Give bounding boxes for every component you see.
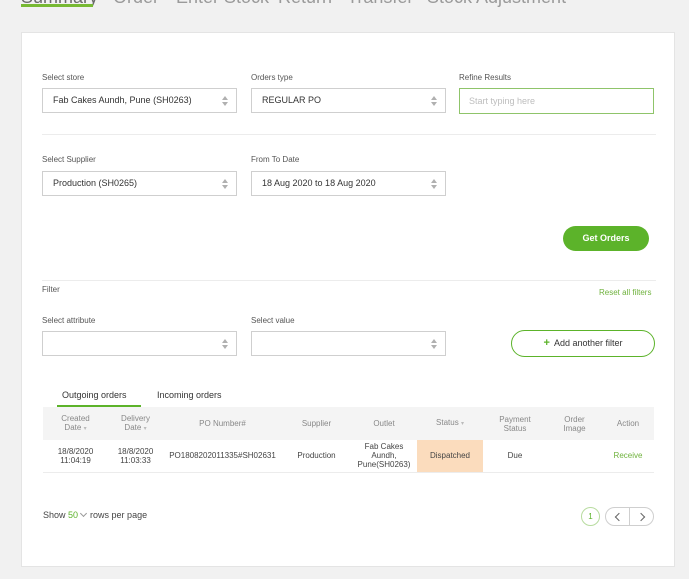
- reset-filters-link[interactable]: Reset all filters: [599, 288, 651, 297]
- top-tabs: Summary Order Enter Stock Return Transfe…: [0, 0, 689, 7]
- divider: [42, 280, 656, 281]
- cell-status: Dispatched: [417, 440, 483, 473]
- orders-table: Created Date ▾ Delivery Date ▾ PO Number# …: [43, 407, 654, 473]
- date-range-select[interactable]: 18 Aug 2020 to 18 Aug 2020: [251, 171, 446, 196]
- pager-controls: [605, 507, 654, 526]
- rows-per-page: Show 50 rows per page: [43, 509, 148, 520]
- col-supplier: Supplier: [282, 407, 351, 440]
- sort-icon: ▾: [83, 425, 87, 432]
- date-range-value: 18 Aug 2020 to 18 Aug 2020: [262, 178, 376, 188]
- supplier-label: Select Supplier: [42, 155, 96, 164]
- store-label: Select store: [42, 73, 85, 82]
- refine-results-input[interactable]: [459, 88, 654, 114]
- orders-card: Select store Fab Cakes Aundh, Pune (SH02…: [21, 32, 675, 567]
- current-page[interactable]: 1: [581, 507, 600, 526]
- chevron-left-icon: [614, 512, 623, 521]
- receive-link[interactable]: Receive: [614, 451, 643, 460]
- tab-transfer[interactable]: Transfer: [347, 0, 413, 8]
- chevron-down-icon[interactable]: [80, 509, 88, 518]
- tab-enter-stock[interactable]: Enter Stock: [176, 0, 269, 8]
- add-filter-label: Add another filter: [553, 338, 623, 348]
- cell-supplier: Production: [282, 440, 351, 473]
- col-status[interactable]: Status ▾: [417, 407, 483, 440]
- refine-results-label: Refine Results: [459, 73, 512, 82]
- tab-return[interactable]: Return: [278, 0, 332, 8]
- orders-type-select[interactable]: REGULAR PO: [251, 88, 446, 113]
- col-created-date[interactable]: Created Date ▾: [43, 407, 108, 440]
- value-label: Select value: [251, 316, 295, 325]
- tab-stock-adjustment[interactable]: Stock Adjustment: [427, 0, 566, 8]
- table-header-row: Created Date ▾ Delivery Date ▾ PO Number# …: [43, 407, 654, 440]
- filter-title: Filter: [42, 285, 60, 294]
- tab-incoming-orders[interactable]: Incoming orders: [157, 390, 222, 400]
- cell-payment-status: Due: [483, 440, 547, 473]
- orders-type-value: REGULAR PO: [262, 95, 322, 105]
- store-value: Fab Cakes Aundh, Pune (SH0263): [53, 95, 192, 105]
- cell-order-image: [547, 440, 602, 473]
- select-arrows-icon: [431, 95, 437, 107]
- cell-po-number[interactable]: PO1808202011335#SH02631: [163, 440, 282, 473]
- sort-icon: ▾: [143, 425, 147, 432]
- select-arrows-icon: [222, 178, 228, 190]
- col-outlet: Outlet: [351, 407, 417, 440]
- divider: [42, 134, 656, 135]
- attribute-label: Select attribute: [42, 316, 96, 325]
- cell-delivery-date: 18/8/2020 11:03:33: [108, 440, 163, 473]
- col-order-image: Order Image: [547, 407, 602, 440]
- chevron-right-icon: [636, 512, 645, 521]
- cell-outlet: Fab Cakes Aundh, Pune(SH0263): [351, 440, 417, 473]
- store-select[interactable]: Fab Cakes Aundh, Pune (SH0263): [42, 88, 237, 113]
- rows-per-page-label: rows per page: [90, 510, 148, 520]
- date-range-label: From To Date: [251, 155, 300, 164]
- next-page-button[interactable]: [629, 508, 653, 525]
- tab-order[interactable]: Order: [113, 0, 159, 8]
- value-select[interactable]: [251, 331, 446, 356]
- show-label: Show: [43, 510, 66, 520]
- orders-type-label: Orders type: [251, 73, 293, 82]
- active-tab-indicator: [21, 4, 93, 7]
- attribute-select[interactable]: [42, 331, 237, 356]
- cell-action: Receive: [602, 440, 654, 473]
- col-po-number: PO Number#: [163, 407, 282, 440]
- sort-icon: ▾: [460, 421, 464, 427]
- select-arrows-icon: [431, 178, 437, 190]
- table-row: 18/8/2020 11:04:19 18/8/2020 11:03:33 PO18…: [43, 440, 654, 473]
- plus-icon: +: [543, 337, 550, 349]
- add-filter-button[interactable]: + Add another filter: [511, 330, 655, 357]
- select-arrows-icon: [222, 95, 228, 107]
- rows-per-page-select[interactable]: 50: [68, 510, 78, 520]
- supplier-select[interactable]: Production (SH0265): [42, 171, 237, 196]
- get-orders-button[interactable]: Get Orders: [563, 226, 649, 251]
- select-arrows-icon: [222, 338, 228, 350]
- cell-created-date: 18/8/2020 11:04:19: [43, 440, 108, 473]
- tab-outgoing-orders[interactable]: Outgoing orders: [62, 390, 127, 400]
- col-delivery-date[interactable]: Delivery Date ▾: [108, 407, 163, 440]
- col-payment-status: Payment Status: [483, 407, 547, 440]
- prev-page-button[interactable]: [606, 508, 629, 525]
- col-action: Action: [602, 407, 654, 440]
- supplier-value: Production (SH0265): [53, 178, 138, 188]
- select-arrows-icon: [431, 338, 437, 350]
